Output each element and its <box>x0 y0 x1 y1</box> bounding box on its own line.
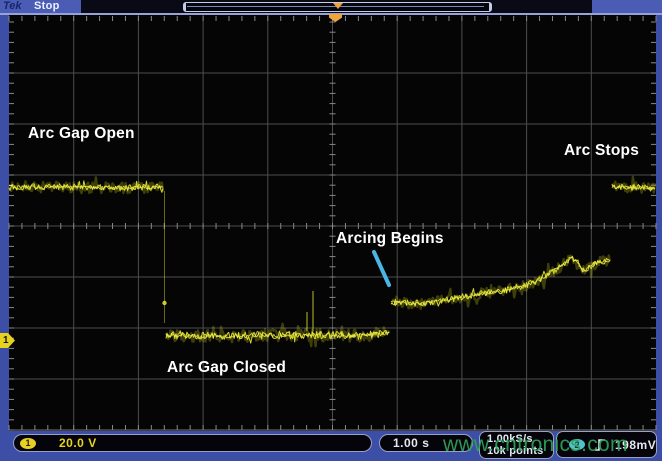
header-bar: Tek Stop <box>0 0 662 13</box>
ch1-scale-box: 1 20.0 V <box>13 434 372 452</box>
timebase-value: 1.00 s <box>393 436 429 450</box>
annotation-arc-gap-open: Arc Gap Open <box>28 125 135 143</box>
header-right-blue <box>592 0 662 13</box>
annotation-arc-gap-closed: Arc Gap Closed <box>167 359 286 377</box>
ch1-scale-value: 20.0 V <box>59 436 97 450</box>
ch1-badge-icon: 1 <box>20 438 36 449</box>
annotation-arcing-begins: Arcing Begins <box>336 230 444 248</box>
tek-logo: Tek <box>3 0 22 12</box>
graticule-and-waveform-canvas <box>0 0 662 461</box>
oscilloscope-screen: Tek Stop 1 Arc Gap Open Arcing Begins Ar… <box>0 0 662 461</box>
watermark-text: www.cntronics.com <box>443 433 628 457</box>
record-view-line <box>187 6 484 7</box>
record-view-bar <box>183 2 492 12</box>
acquisition-status: Stop <box>34 0 60 12</box>
annotation-arc-stops: Arc Stops <box>564 142 639 160</box>
